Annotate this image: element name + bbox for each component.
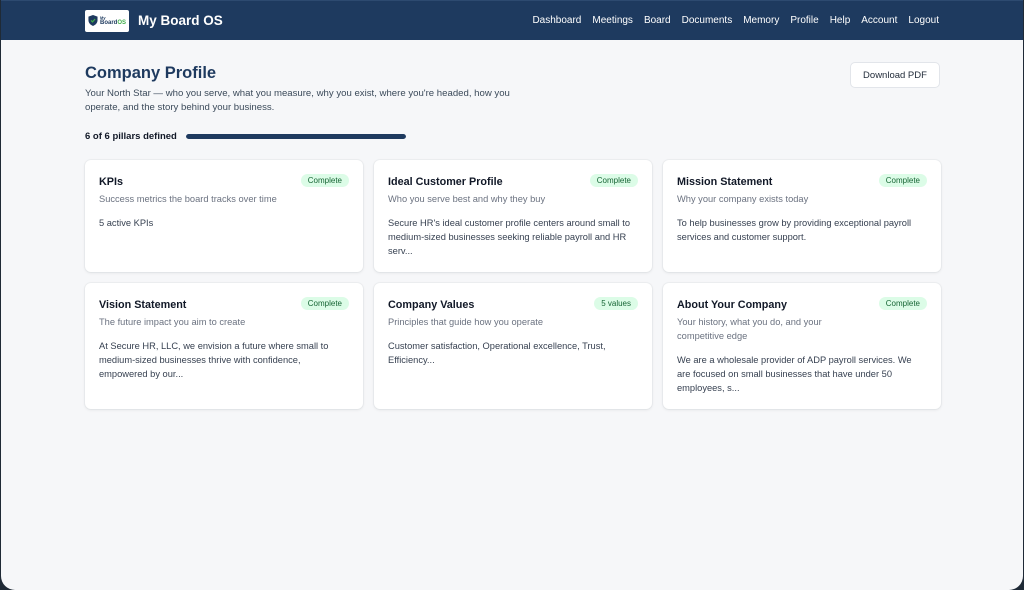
logo-word-boardos: BoardOS (99, 19, 126, 26)
nav-link-board[interactable]: Board (644, 15, 671, 26)
shield-icon (88, 15, 98, 26)
status-badge: Complete (878, 174, 927, 187)
card-subtitle: The future impact you aim to create (99, 317, 246, 327)
nav-link-documents[interactable]: Documents (682, 15, 733, 26)
nav-link-logout[interactable]: Logout (908, 15, 939, 26)
card-summary: Customer satisfaction, Operational excel… (388, 341, 606, 365)
pillar-card-mission-statement[interactable]: Complete Mission Statement Why your comp… (663, 160, 941, 272)
card-subtitle: Who you serve best and why they buy (388, 194, 546, 204)
nav-link-profile[interactable]: Profile (790, 15, 818, 26)
pillars-progress-bar (186, 134, 406, 139)
top-navbar: My BoardOS My Board OS Dashboard Meeting… (1, 0, 1023, 40)
card-summary: To help businesses grow by providing exc… (677, 218, 912, 242)
card-subtitle: Your history, what you do, and your comp… (677, 317, 822, 341)
pillar-cards-grid: Complete KPIs Success metrics the board … (85, 160, 941, 409)
card-summary: 5 active KPIs (99, 218, 154, 228)
values-count-badge: 5 values (594, 297, 638, 310)
download-pdf-button[interactable]: Download PDF (850, 62, 940, 88)
logo-wordmark: My BoardOS (99, 15, 126, 26)
page-subtitle: Your North Star — who you serve, what yo… (85, 88, 510, 113)
pillar-card-vision-statement[interactable]: Complete Vision Statement The future imp… (85, 283, 363, 409)
card-summary: At Secure HR, LLC, we envision a future … (99, 341, 329, 379)
nav-link-dashboard[interactable]: Dashboard (532, 15, 581, 26)
status-badge: Complete (589, 174, 638, 187)
nav-link-help[interactable]: Help (830, 15, 851, 26)
pillar-card-about-your-company[interactable]: Complete About Your Company Your history… (663, 283, 941, 409)
pillar-card-company-values[interactable]: 5 values Company Values Principles that … (374, 283, 652, 409)
card-summary: Secure HR's ideal customer profile cente… (388, 218, 631, 256)
pillar-card-ideal-customer-profile[interactable]: Complete Ideal Customer Profile Who you … (374, 160, 652, 272)
status-badge: Complete (878, 297, 927, 310)
nav-links: Dashboard Meetings Board Documents Memor… (532, 15, 939, 26)
card-summary: We are a wholesale provider of ADP payro… (677, 355, 912, 393)
pillar-card-kpis[interactable]: Complete KPIs Success metrics the board … (85, 160, 363, 272)
status-badge: Complete (300, 297, 349, 310)
pillars-progress-fill (186, 134, 406, 139)
page-title: Company Profile (85, 64, 217, 82)
app-window: My BoardOS My Board OS Dashboard Meeting… (1, 0, 1023, 590)
nav-link-memory[interactable]: Memory (743, 15, 779, 26)
brand-name[interactable]: My Board OS (138, 13, 223, 28)
nav-link-meetings[interactable]: Meetings (592, 15, 633, 26)
brand-logo[interactable]: My BoardOS (85, 9, 129, 32)
card-subtitle: Success metrics the board tracks over ti… (99, 194, 277, 204)
status-badge: Complete (300, 174, 349, 187)
card-subtitle: Why your company exists today (677, 194, 809, 204)
nav-link-account[interactable]: Account (861, 15, 897, 26)
pillars-progress-label: 6 of 6 pillars defined (85, 131, 177, 142)
card-subtitle: Principles that guide how you operate (388, 317, 544, 327)
